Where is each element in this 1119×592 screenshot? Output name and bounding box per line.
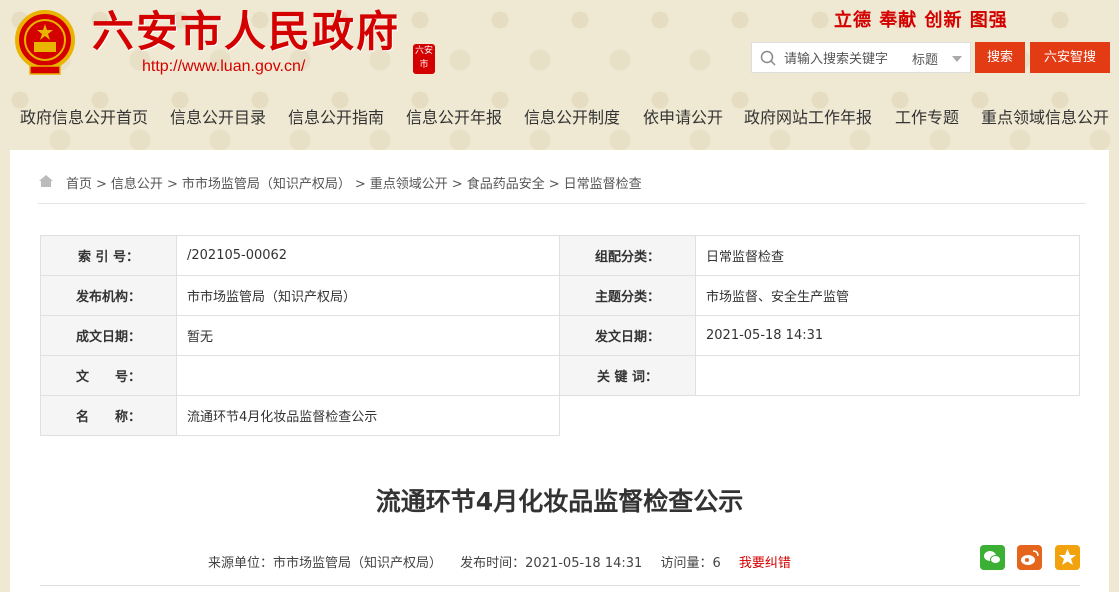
nav-item-website-report[interactable]: 政府网站工作年报 xyxy=(744,104,872,128)
nav-item-annual-report[interactable]: 信息公开年报 xyxy=(406,104,502,128)
nav-item-home[interactable]: 政府信息公开首页 xyxy=(20,104,148,128)
article-views: 访问量：6 xyxy=(660,556,721,571)
nav-item-catalog[interactable]: 信息公开目录 xyxy=(170,104,266,128)
keywords-label: 关 键 词： xyxy=(559,355,696,396)
docno-value xyxy=(176,355,560,396)
search-scope-select[interactable]: 标题 xyxy=(912,49,938,68)
home-icon[interactable] xyxy=(38,174,54,188)
category-label: 组配分类： xyxy=(559,235,696,276)
divider xyxy=(38,203,1086,204)
category-value: 日常监督检查 xyxy=(695,235,1080,276)
created-value: 暂无 xyxy=(176,315,560,356)
report-error-link[interactable]: 我要纠错 xyxy=(739,556,791,571)
topic-label: 主题分类： xyxy=(559,275,696,316)
article-title: 流通环节4月化妆品监督检查公示 xyxy=(375,487,744,516)
chevron-down-icon[interactable] xyxy=(952,56,962,62)
search-button[interactable]: 搜索 xyxy=(975,42,1025,73)
nav-item-request[interactable]: 依申请公开 xyxy=(643,104,723,128)
breadcrumb-item[interactable]: 市市场监管局（知识产权局） xyxy=(182,177,351,192)
slogan: 立德 奉献 创新 图强 xyxy=(834,10,1008,31)
docno-label: 文 号： xyxy=(40,355,177,396)
nav-item-key-areas[interactable]: 重点领域信息公开 xyxy=(981,104,1109,128)
table-row: 名 称： 流通环节4月化妆品监督检查公示 xyxy=(40,395,1080,436)
site-title[interactable]: 六安市人民政府 xyxy=(92,6,400,58)
article-source: 来源单位：市市场监管局（知识产权局） xyxy=(208,556,443,571)
search-box: 标题 xyxy=(751,42,971,73)
name-value: 流通环节4月化妆品监督检查公示 xyxy=(176,395,560,436)
wechat-share-icon[interactable] xyxy=(980,545,1005,570)
breadcrumb-separator: > xyxy=(451,177,463,192)
metadata-table: 索 引 号： /202105-00062 组配分类： 日常监督检查 发布机构： … xyxy=(40,235,1080,436)
article-publish-time: 发布时间：2021-05-18 14:31 xyxy=(460,556,643,571)
breadcrumb-separator: > xyxy=(166,177,178,192)
publisher-label: 发布机构： xyxy=(40,275,177,316)
publisher-value: 市市场监管局（知识产权局） xyxy=(176,275,560,316)
keywords-value xyxy=(695,355,1080,396)
topic-value: 市场监督、安全生产监管 xyxy=(695,275,1080,316)
content-panel: 首页 > 信息公开 > 市市场监管局（知识产权局） > 重点领域公开 > 食品药品安全 > 日常监督… xyxy=(10,150,1109,592)
nav-item-topics[interactable]: 工作专题 xyxy=(895,104,959,128)
favorite-star-icon[interactable] xyxy=(1055,545,1080,570)
table-row: 发布机构： 市市场监管局（知识产权局） 主题分类： 市场监督、安全生产监管 xyxy=(40,275,1080,316)
search-input[interactable] xyxy=(782,48,906,70)
breadcrumb-separator: > xyxy=(354,177,366,192)
name-label: 名 称： xyxy=(40,395,177,436)
seal-stamp: 六安市 xyxy=(413,44,435,74)
table-row: 成文日期： 暂无 发文日期： 2021-05-18 14:31 xyxy=(40,315,1080,356)
article-info: 来源单位：市市场监管局（知识产权局） 发布时间：2021-05-18 14:31… xyxy=(208,552,805,571)
main-nav: 政府信息公开首页 信息公开目录 信息公开指南 信息公开年报 信息公开制度 依申请… xyxy=(0,96,1119,136)
divider xyxy=(40,585,1080,586)
empty-cell xyxy=(560,396,696,436)
breadcrumb-item[interactable]: 日常监督检查 xyxy=(564,177,642,192)
nav-item-guide[interactable]: 信息公开指南 xyxy=(288,104,384,128)
empty-cell xyxy=(696,396,1080,436)
table-row: 文 号： 关 键 词： xyxy=(40,355,1080,396)
published-value: 2021-05-18 14:31 xyxy=(695,315,1080,356)
published-label: 发文日期： xyxy=(559,315,696,356)
index-label: 索 引 号： xyxy=(40,235,177,276)
search-icon xyxy=(760,50,776,66)
breadcrumb-item[interactable]: 首页 xyxy=(66,177,92,192)
weibo-share-icon[interactable] xyxy=(1017,545,1042,570)
breadcrumb-item[interactable]: 重点领域公开 xyxy=(370,177,448,192)
breadcrumb-item[interactable]: 食品药品安全 xyxy=(467,177,545,192)
breadcrumb-separator: > xyxy=(96,177,107,192)
created-label: 成文日期： xyxy=(40,315,177,356)
smart-search-button[interactable]: 六安智搜 xyxy=(1030,42,1110,73)
site-url[interactable]: http://www.luan.gov.cn/ xyxy=(142,58,305,76)
breadcrumb-separator: > xyxy=(548,177,560,192)
breadcrumb-item[interactable]: 信息公开 xyxy=(111,177,163,192)
table-row: 索 引 号： /202105-00062 组配分类： 日常监督检查 xyxy=(40,235,1080,276)
nav-item-system[interactable]: 信息公开制度 xyxy=(524,104,620,128)
index-value: /202105-00062 xyxy=(176,235,560,276)
national-emblem-icon xyxy=(15,10,75,75)
